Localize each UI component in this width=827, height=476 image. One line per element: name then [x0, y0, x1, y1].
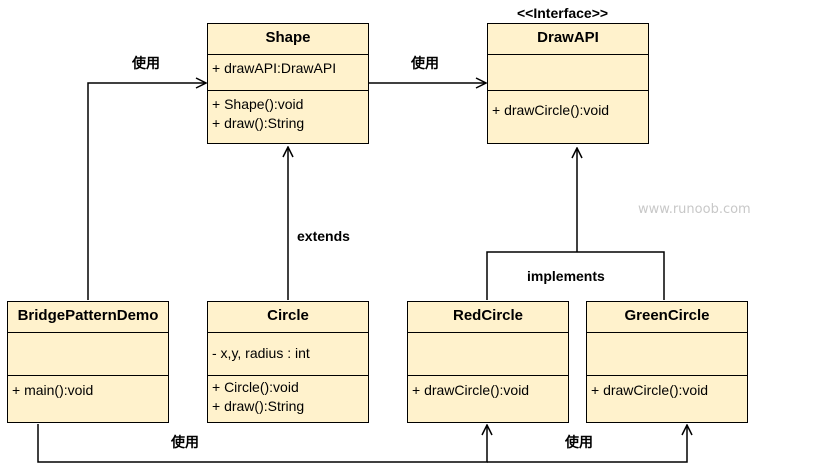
- label-implements: implements: [527, 268, 605, 284]
- class-name: GreenCircle: [624, 307, 710, 324]
- interface-stereotype: <<Interface>>: [517, 5, 609, 21]
- methods-section: + Circle():void + draw():String: [208, 375, 368, 422]
- attributes-section: - x,y, radius : int: [208, 332, 368, 375]
- class-name: Shape: [265, 29, 311, 46]
- method-item: + main():void: [12, 382, 94, 398]
- class-circle: Circle - x,y, radius : int + Circle():vo…: [207, 301, 369, 423]
- class-name: BridgePatternDemo: [17, 307, 159, 324]
- method-item: + drawCircle():void: [412, 382, 530, 398]
- label-use-bottom-left: 使用: [171, 434, 199, 450]
- method-item: + draw():String: [212, 115, 305, 131]
- attribute-item: + drawAPI:DrawAPI: [212, 60, 337, 76]
- methods-section: + drawCircle():void: [587, 375, 747, 422]
- class-bridgepatterndemo: BridgePatternDemo + main():void: [7, 301, 169, 423]
- label-use-top-left: 使用: [132, 55, 160, 71]
- class-redcircle: RedCircle + drawCircle():void: [407, 301, 569, 423]
- attributes-section: [408, 332, 568, 375]
- method-item: + Shape():void: [212, 96, 304, 112]
- methods-section: + main():void: [8, 375, 168, 422]
- watermark-text: www.runoob.com: [638, 202, 751, 217]
- class-greencircle: GreenCircle + drawCircle():void: [586, 301, 748, 423]
- connector-bridge-to-red: [37, 424, 487, 463]
- attributes-section: + drawAPI:DrawAPI: [208, 54, 368, 90]
- label-use-bottom-right: 使用: [565, 434, 593, 450]
- attributes-section: [587, 332, 747, 375]
- attribute-item: - x,y, radius : int: [212, 345, 310, 361]
- methods-section: + Shape():void + draw():String: [208, 90, 368, 143]
- class-name: Circle: [267, 307, 309, 324]
- class-name: RedCircle: [452, 307, 524, 324]
- label-extends: extends: [297, 228, 350, 244]
- class-drawapi: DrawAPI + drawCircle():void: [487, 23, 649, 144]
- method-item: + draw():String: [212, 398, 305, 414]
- label-use-top-right: 使用: [411, 55, 439, 71]
- method-item: + drawCircle():void: [591, 382, 709, 398]
- methods-section: + drawCircle():void: [488, 90, 648, 143]
- attributes-section: [488, 54, 648, 90]
- class-shape: Shape + drawAPI:DrawAPI + Shape():void +…: [207, 23, 369, 144]
- class-name: DrawAPI: [537, 29, 599, 46]
- attributes-section: [8, 332, 168, 375]
- method-item: + Circle():void: [212, 379, 299, 395]
- method-item: + drawCircle():void: [492, 102, 610, 118]
- connector-bridge-to-shape: [87, 83, 206, 300]
- methods-section: + drawCircle():void: [408, 375, 568, 422]
